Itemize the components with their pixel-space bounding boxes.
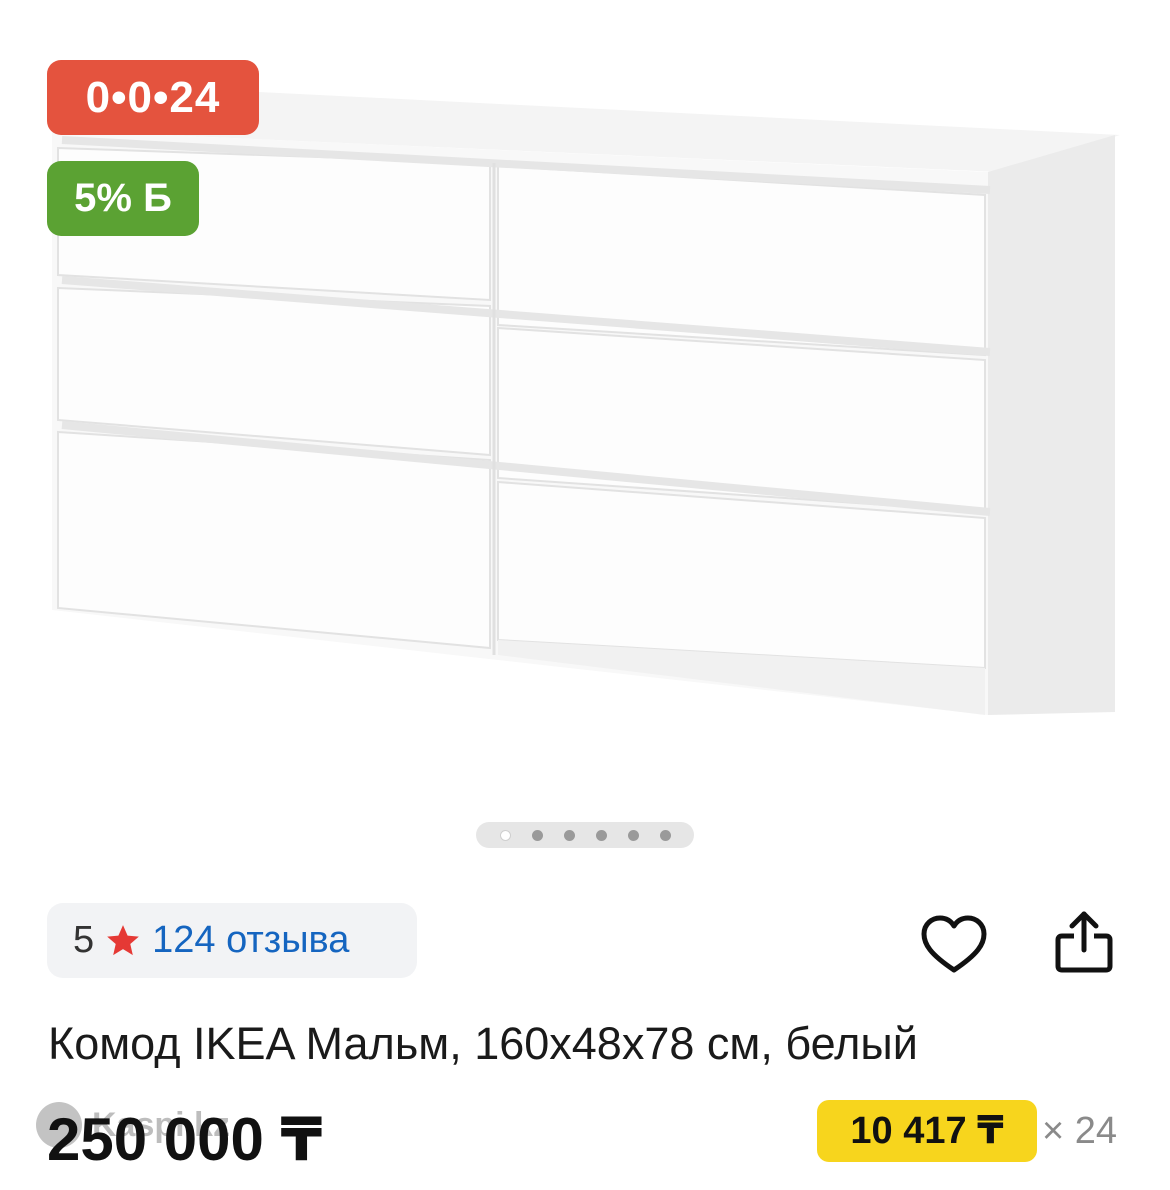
pager-dot[interactable]	[627, 829, 639, 841]
pager-dot[interactable]	[563, 829, 575, 841]
gallery-pager[interactable]	[476, 822, 694, 848]
product-title: Комод IKEA Мальм, 160x48x78 см, белый	[48, 1018, 918, 1069]
share-icon	[1055, 911, 1113, 973]
reviews-link[interactable]: 124 отзыва	[152, 919, 349, 962]
pager-dot[interactable]	[595, 829, 607, 841]
installment-badge: 0•0•24	[47, 60, 259, 135]
rating-value: 5	[73, 919, 95, 961]
product-price: 250 000 ₸	[47, 1106, 323, 1173]
product-gallery[interactable]: 0•0•24 5% Б	[0, 0, 1170, 870]
bonus-badge: 5% Б	[47, 161, 199, 236]
share-button[interactable]	[1048, 906, 1120, 978]
star-icon	[107, 924, 139, 955]
favorite-button[interactable]	[918, 910, 990, 982]
pager-dot[interactable]	[531, 829, 543, 841]
pager-dot[interactable]	[659, 829, 671, 841]
rating-chip[interactable]: 5 124 отзыва	[47, 903, 417, 978]
heart-outline-icon	[921, 915, 987, 973]
installment-months: × 24	[1042, 1110, 1118, 1152]
pager-dot[interactable]	[499, 829, 511, 841]
installment-monthly-chip[interactable]: 10 417 ₸	[817, 1100, 1037, 1162]
